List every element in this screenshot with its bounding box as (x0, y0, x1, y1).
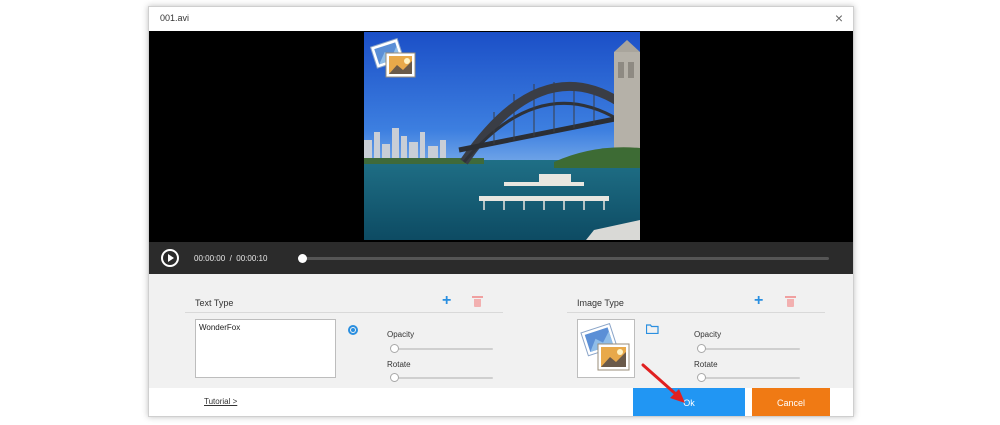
text-rotate-handle[interactable] (390, 373, 399, 382)
seek-handle[interactable] (298, 254, 307, 263)
delete-image-icon[interactable] (785, 296, 796, 307)
current-time: 00:00:00 (194, 254, 226, 263)
play-icon[interactable] (161, 249, 179, 267)
image-opacity-handle[interactable] (697, 344, 706, 353)
watermark-dialog: 001.avi × 00:00:00 / 00:00:10 Text Type … (148, 6, 854, 417)
window-title: 001.avi (160, 13, 190, 23)
text-opacity-slider[interactable] (390, 344, 493, 353)
text-input[interactable]: WonderFox (195, 319, 336, 378)
text-rotate-slider[interactable] (390, 373, 493, 382)
text-opacity-handle[interactable] (390, 344, 399, 353)
settings-panel: Text Type + WonderFox Opacity Rotate Ima… (149, 274, 853, 388)
image-rotate-slider[interactable] (697, 373, 800, 382)
gear-icon[interactable] (348, 325, 358, 335)
image-header-divider (567, 312, 825, 313)
image-thumbnail-icon (580, 323, 630, 371)
tutorial-link[interactable]: Tutorial > (204, 397, 237, 406)
text-rotate-label: Rotate (387, 360, 411, 369)
watermark-image-icon (369, 37, 416, 78)
red-arrow-icon (641, 363, 685, 403)
image-opacity-label: Opacity (694, 330, 722, 339)
image-rotate-label: Rotate (694, 360, 718, 369)
add-image-icon[interactable]: + (754, 293, 763, 309)
seek-bar[interactable] (298, 254, 829, 263)
dialog-footer: Tutorial > Ok Cancel (149, 388, 853, 416)
text-type-header: Text Type (195, 298, 234, 308)
time-separator: / (229, 254, 232, 263)
image-rotate-handle[interactable] (697, 373, 706, 382)
image-thumbnail[interactable] (577, 319, 635, 378)
video-preview (149, 31, 853, 242)
add-text-icon[interactable]: + (442, 293, 451, 309)
delete-text-icon[interactable] (472, 296, 483, 307)
text-opacity-label: Opacity (387, 330, 415, 339)
time-display: 00:00:00 / 00:00:10 (194, 254, 267, 263)
title-bar: 001.avi × (149, 7, 853, 31)
text-header-divider (185, 312, 503, 313)
image-type-header: Image Type (577, 298, 624, 308)
total-time: 00:00:10 (236, 254, 268, 263)
image-opacity-slider[interactable] (697, 344, 800, 353)
player-controls: 00:00:00 / 00:00:10 (149, 242, 853, 274)
folder-icon[interactable] (646, 324, 659, 334)
close-icon[interactable]: × (831, 10, 847, 26)
cancel-button[interactable]: Cancel (752, 388, 830, 416)
